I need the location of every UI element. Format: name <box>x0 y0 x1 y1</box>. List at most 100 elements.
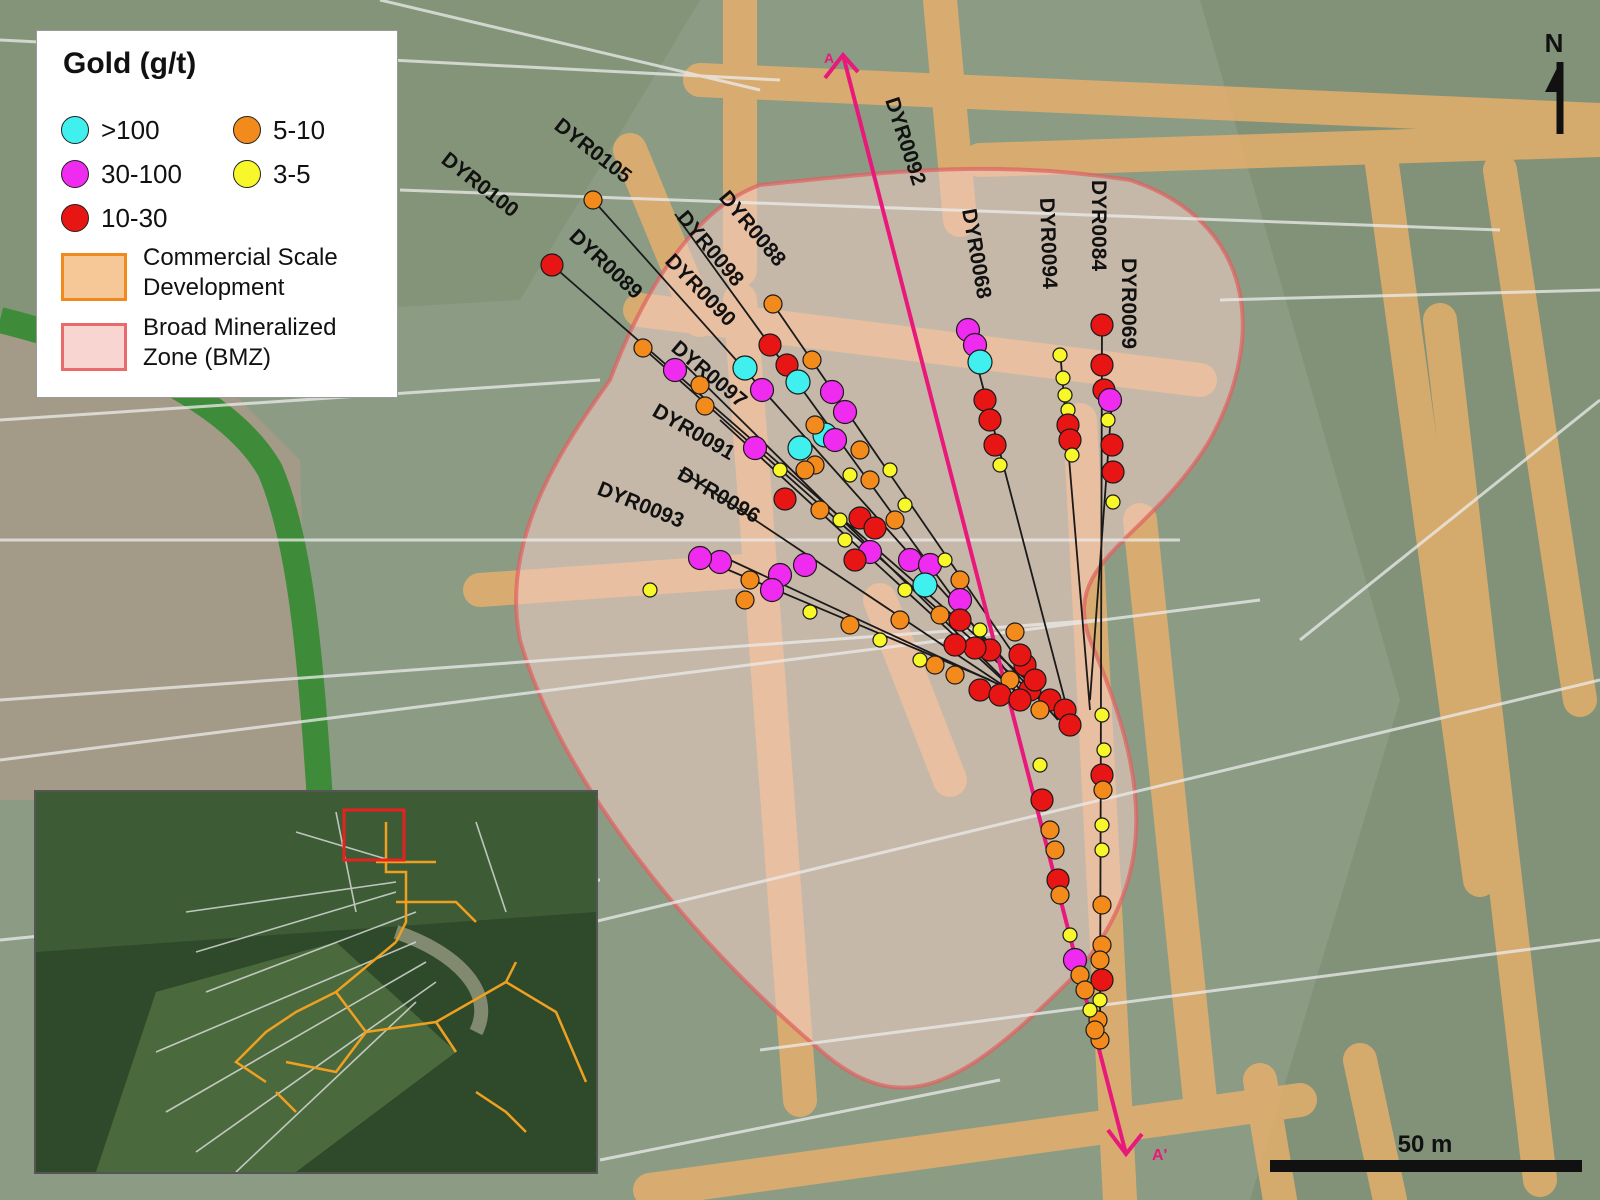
assay-point <box>843 548 867 572</box>
assay-point <box>1096 742 1112 758</box>
assay-point <box>925 655 945 675</box>
assay-point <box>912 652 928 668</box>
zone-label-line: Commercial Scale <box>143 244 338 271</box>
assay-point <box>863 516 887 540</box>
assay-point <box>802 350 822 370</box>
assay-point <box>860 470 880 490</box>
assay-point <box>930 605 950 625</box>
assay-point <box>540 253 564 277</box>
assay-point <box>948 608 972 632</box>
grade-label: 5-10 <box>273 115 326 145</box>
assay-point <box>1094 817 1110 833</box>
grade-dot <box>233 160 261 188</box>
assay-point <box>773 487 797 511</box>
drillhole-label: DYR0084 <box>1087 180 1110 271</box>
commercial-development-swatch <box>61 253 127 301</box>
assay-point <box>1075 980 1095 1000</box>
assay-point <box>1005 622 1025 642</box>
assay-point <box>1090 353 1114 377</box>
assay-point <box>642 582 658 598</box>
assay-point <box>1105 494 1121 510</box>
assay-point <box>1100 433 1124 457</box>
grade-dot <box>233 116 261 144</box>
section-end-label: A' <box>1152 1147 1167 1164</box>
assay-point <box>819 379 845 405</box>
scale-label: 50 m <box>1398 1131 1453 1158</box>
assay-point <box>1040 820 1060 840</box>
grade-dot <box>61 204 89 232</box>
assay-point <box>1090 950 1110 970</box>
assay-point <box>742 435 768 461</box>
assay-point <box>687 545 713 571</box>
assay-point <box>897 582 913 598</box>
assay-point <box>947 587 973 613</box>
zone-label-line: Broad Mineralized <box>143 314 337 341</box>
assay-point <box>872 632 888 648</box>
legend-grade-item: 5-10 <box>233 113 325 147</box>
assay-point <box>805 415 825 435</box>
assay-point <box>1008 643 1032 667</box>
assay-point <box>988 683 1012 707</box>
commercial-development-label: Commercial Scale Development <box>143 243 338 303</box>
assay-point <box>837 532 853 548</box>
assay-point <box>842 467 858 483</box>
assay-point <box>1085 1020 1105 1040</box>
assay-point <box>1097 387 1123 413</box>
assay-point <box>973 388 997 412</box>
assay-point <box>1023 668 1047 692</box>
assay-point <box>983 433 1007 457</box>
legend-title: Gold (g/t) <box>63 47 197 80</box>
grade-label: >100 <box>101 115 160 145</box>
assay-point <box>1032 757 1048 773</box>
assay-point <box>787 435 813 461</box>
assay-point <box>785 369 811 395</box>
assay-point <box>1030 788 1054 812</box>
assay-point <box>795 460 815 480</box>
assay-point <box>822 427 848 453</box>
assay-point <box>802 604 818 620</box>
assay-point <box>810 500 830 520</box>
assay-point <box>758 333 782 357</box>
assay-point <box>1090 313 1114 337</box>
assay-point <box>792 552 818 578</box>
assay-point <box>890 610 910 630</box>
assay-point <box>885 510 905 530</box>
grade-label: 3-5 <box>273 159 311 189</box>
bmz-label: Broad Mineralized Zone (BMZ) <box>143 313 336 373</box>
drillhole-label: DYR0069 <box>1117 258 1140 349</box>
assay-point <box>882 462 898 478</box>
assay-point <box>840 615 860 635</box>
assay-point <box>772 462 788 478</box>
bmz-swatch <box>61 323 127 371</box>
assay-point <box>633 338 653 358</box>
legend-panel: Gold (g/t) >100 5-10 30-100 3-5 10-30 Co… <box>36 30 398 398</box>
assay-point <box>832 399 858 425</box>
drillhole-label: DYR0094 <box>1035 197 1061 289</box>
assay-point <box>735 590 755 610</box>
assay-point <box>1094 842 1110 858</box>
assay-point <box>749 377 775 403</box>
assay-point <box>740 570 760 590</box>
assay-point <box>695 396 715 416</box>
assay-point <box>968 678 992 702</box>
assay-point <box>759 577 785 603</box>
assay-point <box>832 512 848 528</box>
assay-point <box>1052 347 1068 363</box>
assay-point <box>937 552 953 568</box>
assay-point <box>763 294 783 314</box>
assay-point <box>850 440 870 460</box>
assay-point <box>1058 713 1082 737</box>
inset-overview-map <box>34 790 598 1174</box>
assay-point <box>707 549 733 575</box>
legend-grade-item: 30-100 <box>61 157 182 191</box>
assay-point <box>963 636 987 660</box>
assay-point <box>1057 387 1073 403</box>
assay-point <box>972 622 988 638</box>
assay-point <box>978 408 1002 432</box>
assay-point <box>1064 447 1080 463</box>
legend-grade-item: 3-5 <box>233 157 311 191</box>
grade-label: 30-100 <box>101 159 182 189</box>
north-label: N <box>1545 28 1564 58</box>
grade-dot <box>61 160 89 188</box>
assay-point <box>897 497 913 513</box>
